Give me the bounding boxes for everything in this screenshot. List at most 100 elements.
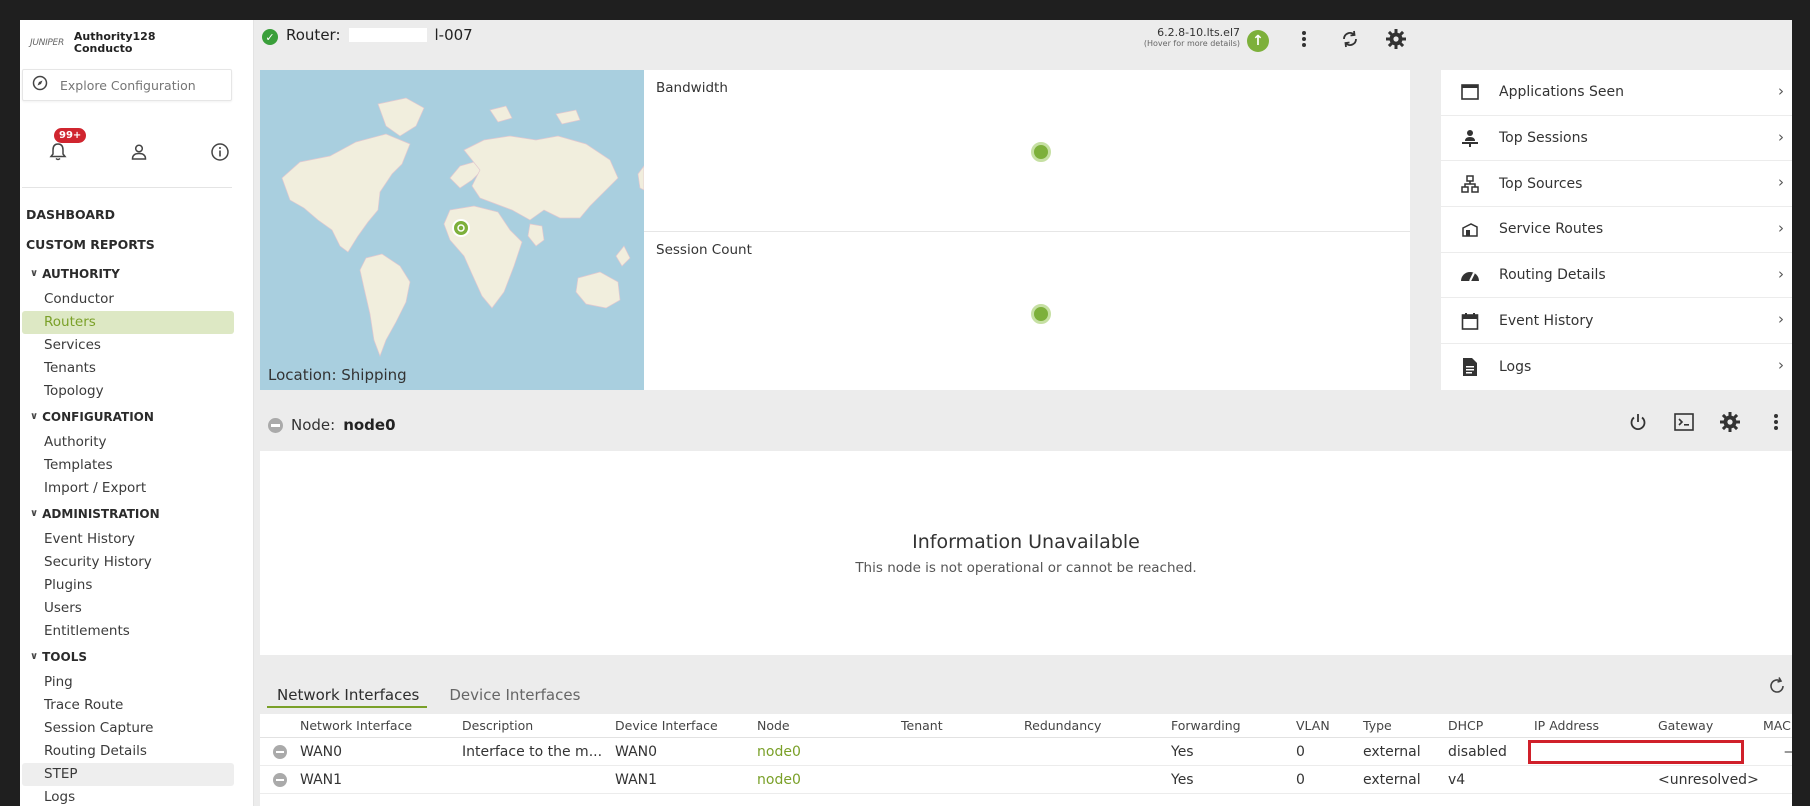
explore-configuration-search[interactable] xyxy=(22,69,232,101)
nav-item-routers[interactable]: Routers xyxy=(22,311,234,334)
link-applications-seen[interactable]: Applications Seen › xyxy=(1441,70,1792,116)
nav-item-services[interactable]: Services xyxy=(22,334,234,357)
refresh-button[interactable] xyxy=(1767,676,1787,700)
column-header[interactable]: Type xyxy=(1363,714,1392,738)
column-header[interactable]: Device Interface xyxy=(615,714,718,738)
nav-group-configuration[interactable]: ∨ CONFIGURATION xyxy=(22,403,234,431)
tab-network-interfaces[interactable]: Network Interfaces xyxy=(267,686,428,708)
nav-item-security-history[interactable]: Security History xyxy=(22,551,234,574)
tab-device-interfaces[interactable]: Device Interfaces xyxy=(449,686,580,708)
node-label: Node: xyxy=(291,416,336,434)
link-event-history[interactable]: Event History › xyxy=(1441,298,1792,345)
refresh-icon xyxy=(1767,677,1787,700)
nav-item-trace-route[interactable]: Trace Route xyxy=(22,694,234,717)
window-icon xyxy=(1459,84,1481,101)
status-ok-icon: ✓ xyxy=(262,29,278,45)
node-more-options-button[interactable] xyxy=(1758,410,1792,438)
cell-dhcp: disabled xyxy=(1448,744,1507,760)
nav-item-authority[interactable]: Authority xyxy=(22,431,234,454)
node-settings-button[interactable] xyxy=(1712,410,1748,438)
column-header[interactable]: VLAN xyxy=(1296,714,1330,738)
column-header[interactable]: Forwarding xyxy=(1171,714,1241,738)
cell-type: external xyxy=(1363,772,1421,788)
cell-vlan: 0 xyxy=(1296,772,1305,788)
table-row[interactable]: WAN0 Interface to the m... WAN0 node0 Ye… xyxy=(260,738,1792,766)
version-hover-hint: (Hover for more details) xyxy=(1143,39,1240,48)
gauge-icon xyxy=(1459,267,1481,283)
nav-item-event-history[interactable]: Event History xyxy=(22,528,234,551)
about-button[interactable] xyxy=(206,140,234,168)
router-label: Router: xyxy=(286,26,341,44)
column-header[interactable]: Gateway xyxy=(1658,714,1713,738)
chevron-right-icon: › xyxy=(1778,264,1784,283)
nav-group-administration[interactable]: ∨ ADMINISTRATION xyxy=(22,500,234,528)
column-header[interactable]: IP Address xyxy=(1534,714,1599,738)
cell-device-interface: WAN1 xyxy=(615,772,658,788)
nav-item-conductor[interactable]: Conductor xyxy=(22,288,234,311)
person-desk-icon xyxy=(1459,129,1481,148)
column-header[interactable]: Description xyxy=(462,714,533,738)
link-top-sources[interactable]: Top Sources › xyxy=(1441,161,1792,208)
settings-button[interactable] xyxy=(1380,28,1412,54)
nav-item-logs[interactable]: Logs xyxy=(22,786,234,806)
more-options-button[interactable] xyxy=(1288,28,1320,54)
header-actions: ↑ xyxy=(1242,28,1412,54)
column-header[interactable]: Redundancy xyxy=(1024,714,1101,738)
nav-group-tools[interactable]: ∨ TOOLS xyxy=(22,643,234,671)
cell-network-interface: WAN0 xyxy=(300,744,343,760)
notifications-button[interactable]: 99+ xyxy=(44,128,87,168)
metrics-charts: Bandwidth Session Count xyxy=(644,70,1410,390)
upgrade-button[interactable]: ↑ xyxy=(1242,28,1274,54)
nav-item-topology[interactable]: Topology xyxy=(22,380,234,403)
sidebar-nav: DASHBOARD CUSTOM REPORTS ∨ AUTHORITY Cond… xyxy=(22,200,234,806)
column-header[interactable]: DHCP xyxy=(1448,714,1483,738)
user-profile-button[interactable] xyxy=(125,140,153,168)
cell-node-link[interactable]: node0 xyxy=(757,766,801,794)
explore-configuration-input[interactable] xyxy=(60,77,220,93)
router-location-map[interactable]: Location: Shipping xyxy=(260,70,644,390)
node-status-icon xyxy=(268,417,283,433)
column-header[interactable]: Tenant xyxy=(901,714,943,738)
nav-item-users[interactable]: Users xyxy=(22,597,234,620)
nav-item-ping[interactable]: Ping xyxy=(22,671,234,694)
juniper-logo: JUNIPER xyxy=(30,38,64,48)
link-service-routes[interactable]: Service Routes › xyxy=(1441,207,1792,253)
nav-custom-reports[interactable]: CUSTOM REPORTS xyxy=(22,230,234,260)
nav-item-entitlements[interactable]: Entitlements xyxy=(22,620,234,643)
router-location-marker-icon[interactable] xyxy=(451,218,471,238)
column-header[interactable]: Node xyxy=(757,714,790,738)
nav-item-step[interactable]: STEP xyxy=(22,763,234,786)
node-power-button[interactable] xyxy=(1620,410,1656,438)
highlighted-ip-gateway-box xyxy=(1528,740,1744,764)
sync-button[interactable] xyxy=(1334,28,1366,54)
nav-item-plugins[interactable]: Plugins xyxy=(22,574,234,597)
nav-group-authority[interactable]: ∨ AUTHORITY xyxy=(22,260,234,288)
version-info[interactable]: 6.2.8-10.lts.el7 (Hover for more details… xyxy=(1120,26,1240,48)
link-routing-details[interactable]: Routing Details › xyxy=(1441,253,1792,299)
nav-item-import-export[interactable]: Import / Export xyxy=(22,477,234,500)
cell-gateway: <unresolved> xyxy=(1658,772,1759,788)
gear-icon xyxy=(1719,411,1741,437)
table-header-row: Network Interface Description Device Int… xyxy=(260,714,1792,738)
table-row[interactable]: WAN1 WAN1 node0 Yes 0 external v4 <unres… xyxy=(260,766,1792,794)
cell-description: Interface to the m... xyxy=(462,744,603,760)
nav-item-tenants[interactable]: Tenants xyxy=(22,357,234,380)
nav-item-routing-details[interactable]: Routing Details xyxy=(22,740,234,763)
cell-network-interface: WAN1 xyxy=(300,772,343,788)
link-top-sessions[interactable]: Top Sessions › xyxy=(1441,116,1792,162)
column-header[interactable]: Network Interface xyxy=(300,714,412,738)
column-header[interactable]: MAC xyxy=(1763,714,1791,738)
cell-node-link[interactable]: node0 xyxy=(757,738,801,766)
nav-item-templates[interactable]: Templates xyxy=(22,454,234,477)
chevron-right-icon: › xyxy=(1778,173,1784,192)
node-info-panel: Information Unavailable This node is not… xyxy=(260,451,1792,655)
cell-vlan: 0 xyxy=(1296,744,1305,760)
redacted-router-name xyxy=(348,28,427,42)
link-logs[interactable]: Logs › xyxy=(1441,344,1792,390)
nav-item-session-capture[interactable]: Session Capture xyxy=(22,717,234,740)
node-terminal-button[interactable] xyxy=(1666,410,1702,438)
nav-dashboard[interactable]: DASHBOARD xyxy=(22,200,234,230)
user-icon xyxy=(130,143,148,165)
gear-icon xyxy=(1385,28,1407,54)
node-name: node0 xyxy=(343,416,396,434)
